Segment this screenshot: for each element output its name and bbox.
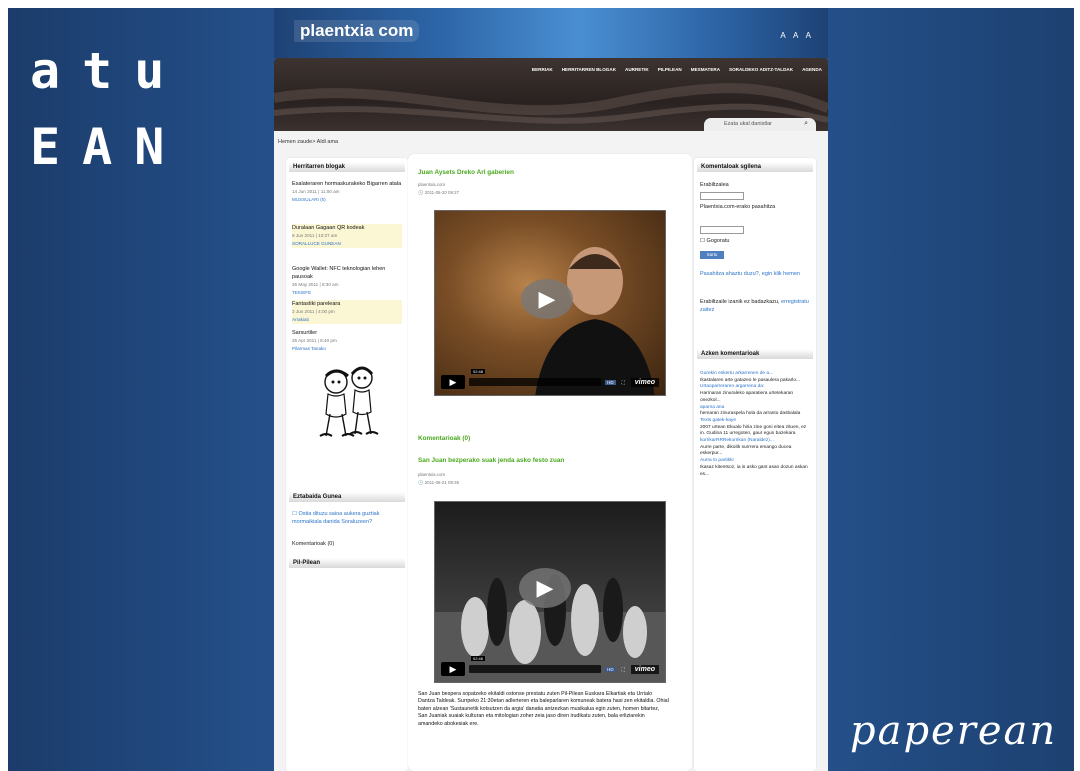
breadcrumb: Hemen zaude> Aldi ama bbox=[278, 139, 339, 145]
play-icon[interactable]: ▶ bbox=[441, 662, 465, 676]
blog-post-item[interactable]: Duralaan Gagaan QR kodeak 9 Jun 2011 | 10… bbox=[292, 224, 402, 248]
username-field[interactable] bbox=[700, 192, 744, 200]
register-text: Erabiltzaile izanik ez badazkazu, erregi… bbox=[700, 299, 809, 313]
blog-post-author[interactable]: SORALLUCE GUNEAN bbox=[292, 240, 402, 248]
post-body: San Juan bespera sopatzeko ekitaldi osto… bbox=[418, 691, 669, 727]
video-controls: ▶ 02:46 HD ⛶ vimeo bbox=[441, 656, 659, 676]
video-time: 02:46 bbox=[471, 656, 486, 661]
post-author: plaentxia.com bbox=[418, 472, 446, 477]
recent-comment-link[interactable]: korrikarRRRekorrikan (Naraldez)... bbox=[700, 438, 812, 445]
vimeo-logo[interactable]: vimeo bbox=[630, 664, 659, 674]
login-heading: Komentaloak sgilena bbox=[697, 162, 813, 172]
remember-row[interactable]: ☐ Gogoratu bbox=[700, 238, 810, 246]
survey-heading: Eztabaida Gunea bbox=[289, 492, 405, 502]
blog-post-author[interactable]: Arrakiati bbox=[292, 316, 402, 324]
blog-post-title[interactable]: Duralaan Gagaan QR kodeak bbox=[292, 224, 402, 232]
survey-comments[interactable]: Komentarioak (0) bbox=[292, 540, 402, 548]
pilpilean-heading: Pil-Pilean bbox=[289, 558, 405, 568]
blog-post-item[interactable]: Esalateraren hormaskurakeko Bigarren ata… bbox=[292, 180, 402, 204]
website: plaentxia com A A A BERRIAK HERRITARREN … bbox=[274, 8, 828, 771]
fullscreen-icon[interactable]: ⛶ bbox=[620, 667, 627, 672]
vimeo-logo[interactable]: vimeo bbox=[630, 377, 659, 387]
password-label: Plaentxia.com-erako pasahitza bbox=[700, 204, 776, 210]
nav-item-berriak[interactable]: BERRIAK bbox=[532, 67, 553, 72]
site-logo[interactable]: plaentxia com bbox=[294, 20, 420, 42]
search-input[interactable]: Ezata ukal danistlar ⌕ bbox=[704, 118, 816, 131]
main-column: Juan Aysets Dreko Arl gaberien plaentxia… bbox=[408, 154, 692, 771]
search-icon[interactable]: ⌕ bbox=[804, 120, 808, 128]
page-content: Hemen zaude> Aldi ama Herritarren blogak… bbox=[274, 131, 828, 771]
survey-question[interactable]: ☐ Ostia dituzu saioa aukera guztiak morm… bbox=[292, 510, 402, 526]
forgot-password-link[interactable]: Pasahitza ahaztu duzu?, egin klik hemen bbox=[700, 271, 810, 279]
nav-item-mesmatera[interactable]: MESMATERA bbox=[691, 67, 720, 72]
recent-comment-link[interactable]: Aurra to partikki bbox=[700, 458, 812, 465]
blog-post-title[interactable]: Esalateraren hormaskurakeko Bigarren ata… bbox=[292, 180, 402, 188]
blog-post-item[interactable]: Fantastiki pareleara 3 Jun 2011 | 4:00 pm… bbox=[292, 300, 402, 324]
hd-toggle[interactable]: HD bbox=[605, 666, 616, 672]
post-author: plaentxia.com bbox=[418, 182, 446, 187]
blog-post-date: 14 Jun 2011 | 11:00 am bbox=[292, 189, 340, 194]
play-button[interactable]: ▶ bbox=[519, 568, 571, 608]
password-field[interactable] bbox=[700, 226, 744, 234]
blog-post-author[interactable]: TEKIEFE bbox=[292, 289, 402, 297]
play-button[interactable]: ▶ bbox=[521, 279, 573, 319]
video-progress[interactable]: 02:46 bbox=[469, 656, 602, 673]
post-title[interactable]: Juan Aysets Dreko Arl gaberien bbox=[418, 169, 514, 176]
recent-comments-heading: Azken komentarioak bbox=[697, 349, 813, 359]
blog-post-date: 26 May 2011 | 8:30 am bbox=[292, 282, 339, 287]
recent-comment-text: Aurre parte, dikoitk surrrera emango duc… bbox=[700, 444, 792, 457]
nav-item-herritarren-blogak[interactable]: HERRITARREN BLOGAK bbox=[562, 67, 616, 72]
nav-item-aditz-taldak[interactable]: SORALDEKO ADITZ-TALDAK bbox=[729, 67, 793, 72]
blog-post-item[interactable]: Sarsurtiler 25 Apr 2011 | 8:40 pm Pilarmas… bbox=[292, 329, 402, 353]
brand-text-top: atu bbox=[30, 42, 187, 100]
video-player[interactable]: ▶ ▶ 02:46 HD ⛶ vimeo bbox=[434, 501, 666, 683]
post-date: 🕓 2011-06-21 09:36 bbox=[418, 480, 460, 485]
recent-comment-link[interactable]: Texts gatek-kaye bbox=[700, 418, 812, 425]
comments-link[interactable]: Komentarioak (0) bbox=[418, 435, 470, 442]
recent-comment-link[interactable]: Gurekin eskertu arkarrenen de a... bbox=[700, 371, 812, 378]
page-background: atu EAN paperean plaentxia com A A A BER… bbox=[8, 8, 1074, 771]
brand-text-bottom: EAN bbox=[30, 118, 187, 176]
post-date: 🕓 2011-06-20 09:27 bbox=[418, 190, 460, 195]
tagline: paperean bbox=[850, 708, 1058, 754]
blog-post-title[interactable]: Sarsurtiler bbox=[292, 329, 402, 337]
video-progress[interactable]: 02:48 bbox=[469, 369, 602, 386]
video-player[interactable]: ▶ ▶ 02:48 HD ⛶ vimeo bbox=[434, 210, 666, 396]
cartoon-illustration bbox=[319, 366, 379, 437]
blog-post-item[interactable]: Google Wallet: NFC teknologian lehen pau… bbox=[292, 265, 402, 297]
hd-toggle[interactable]: HD bbox=[605, 379, 616, 385]
blog-post-date: 25 Apr 2011 | 8:40 pm bbox=[292, 338, 337, 343]
text-size-controls[interactable]: A A A bbox=[780, 31, 814, 40]
blog-post-author[interactable]: MUSSULARI (5) bbox=[292, 196, 402, 204]
right-sidebar: Komentaloak sgilena Erabiltzalea Plaentx… bbox=[694, 158, 816, 771]
main-nav: BERRIAK HERRITARREN BLOGAK AURRETIK PILP… bbox=[532, 67, 822, 72]
play-icon[interactable]: ▶ bbox=[441, 375, 465, 389]
blog-post-title[interactable]: Fantastiki pareleara bbox=[292, 300, 402, 308]
username-label: Erabiltzalea bbox=[700, 182, 729, 188]
nav-item-aurretik[interactable]: AURRETIK bbox=[625, 67, 649, 72]
nav-item-agenda[interactable]: AGENDA bbox=[802, 67, 822, 72]
search-placeholder: Ezata ukal danistlar bbox=[724, 121, 772, 127]
video-time: 02:48 bbox=[471, 369, 486, 374]
fullscreen-icon[interactable]: ⛶ bbox=[620, 380, 627, 385]
post-title[interactable]: San Juan bezperako suak jenda asko festo… bbox=[418, 457, 564, 464]
recent-comment-text: Ikasaz kitentsoz, ia is asko gant asan d… bbox=[700, 464, 808, 477]
remember-label: Gogoratu bbox=[706, 238, 730, 244]
nav-item-pilpilean[interactable]: PILPILEAN bbox=[658, 67, 682, 72]
blog-post-date: 9 Jun 2011 | 10:37 am bbox=[292, 233, 338, 238]
blog-post-author[interactable]: Pilarmas Tanako bbox=[292, 345, 402, 353]
blogs-heading: Herritarren blogak bbox=[289, 162, 405, 172]
left-sidebar: Herritarren blogak Esalateraren hormasku… bbox=[286, 158, 408, 771]
blog-post-date: 3 Jun 2011 | 4:00 pm bbox=[292, 309, 335, 314]
recent-comment-text: 2007 urtean Ekualo hiria zine goni eitea… bbox=[700, 424, 807, 437]
video-controls: ▶ 02:48 HD ⛶ vimeo bbox=[441, 369, 659, 389]
login-button[interactable]: Sartu bbox=[700, 251, 724, 259]
recent-comments-list: Gurekin eskertu arkarrenen de a... Ikasta… bbox=[700, 371, 812, 478]
recent-comment-text: Harmaran zinuraleko aparatiera urtetekar… bbox=[700, 391, 794, 403]
recent-comment-text: hemaran zinuraspela hola da arrantu dasb… bbox=[700, 411, 801, 417]
blog-post-title[interactable]: Google Wallet: NFC teknologian lehen pau… bbox=[292, 265, 402, 281]
site-header: plaentxia com A A A bbox=[274, 8, 828, 58]
